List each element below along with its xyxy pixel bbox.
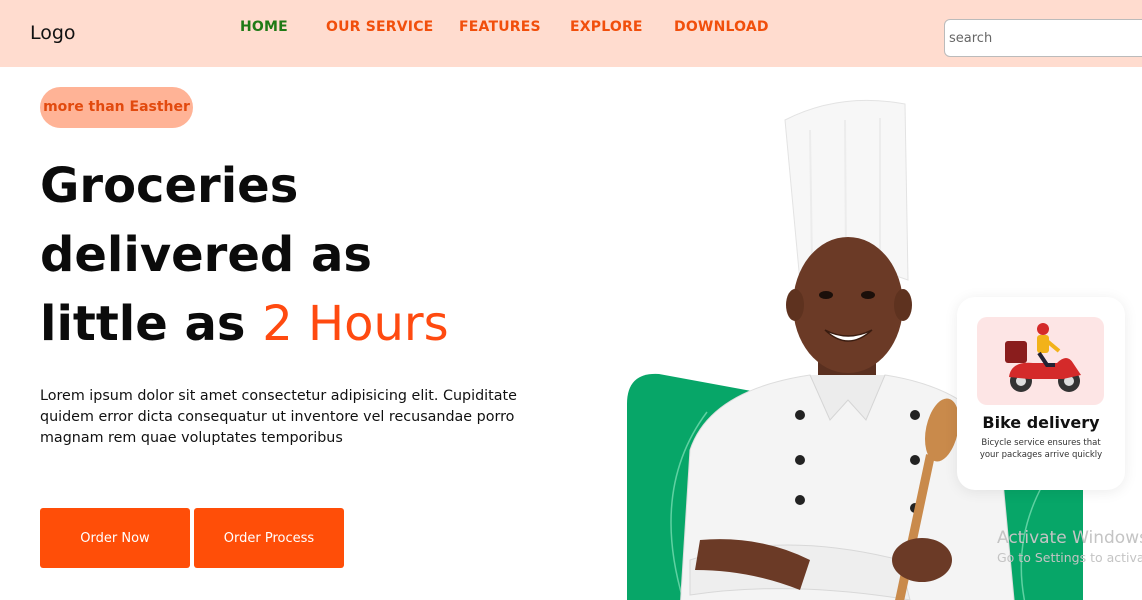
card-text: Bicycle service ensures that your packag…: [979, 438, 1103, 460]
hero-description: Lorem ipsum dolor sit amet consectetur a…: [40, 388, 517, 446]
watermark-line-2: Go to Settings to activate Windows.: [997, 550, 1142, 565]
nav-explore[interactable]: EXPLORE: [570, 19, 643, 35]
order-now-button[interactable]: Order Now: [40, 508, 190, 568]
scooter-delivery-icon: [977, 317, 1104, 405]
logo[interactable]: Logo: [30, 22, 76, 44]
nav-features[interactable]: FEATURES: [459, 19, 541, 35]
bike-delivery-card[interactable]: Bike delivery Bicycle service ensures th…: [957, 297, 1125, 490]
nav-our-service[interactable]: OUR SERVICE: [326, 19, 433, 35]
card-title: Bike delivery: [982, 413, 1100, 432]
hero-headline: Groceries delivered as little as 2 Hours: [40, 152, 560, 359]
activate-windows-watermark: Activate Windows Go to Settings to activ…: [997, 528, 1142, 565]
navbar: Logo HOME OUR SERVICE FEATURES EXPLORE D…: [0, 0, 1142, 67]
search-input[interactable]: [944, 19, 1142, 57]
landing-page: Logo HOME OUR SERVICE FEATURES EXPLORE D…: [0, 0, 1142, 600]
headline-line-2: delivered as: [40, 227, 372, 283]
hero-badge: more than Easther: [40, 87, 193, 128]
order-process-button[interactable]: Order Process: [194, 508, 344, 568]
headline-line-1: Groceries: [40, 158, 299, 214]
nav-home[interactable]: HOME: [240, 19, 288, 35]
headline-highlight: 2 Hours: [262, 296, 449, 352]
nav-download[interactable]: DOWNLOAD: [674, 19, 769, 35]
headline-line-3: little as: [40, 296, 263, 352]
watermark-line-1: Activate Windows: [997, 528, 1142, 548]
